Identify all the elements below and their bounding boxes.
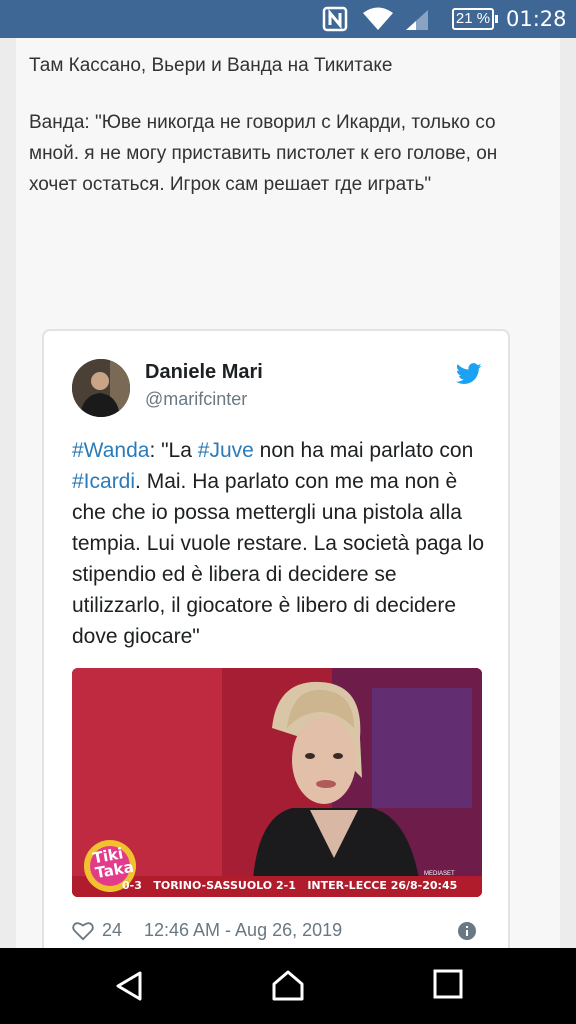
embedded-tweet[interactable]: Daniele Mari @marifcinter #Wanda: "La #J… — [42, 329, 510, 969]
info-icon[interactable] — [458, 922, 476, 940]
tweet-text: #Wanda: "La #Juve non ha mai parlato con… — [72, 439, 485, 648]
post-text-quote: Ванда: "Юве никогда не говорил с Икарди,… — [29, 112, 498, 195]
status-bar: 21 % 01:28 — [0, 0, 576, 38]
post-content: Там Кассано, Вьери и Ванда на Тикитаке В… — [16, 38, 560, 969]
hashtag-link[interactable]: #Juve — [198, 439, 254, 462]
tv-ticker: 0-3 TORINO-SASSUOLO 2-1 INTER-LECCE 26/8… — [122, 879, 458, 892]
signal-icon — [406, 10, 428, 30]
tv-logo: Tiki Taka — [91, 844, 136, 883]
tweet-footer: 24 12:46 AM - Aug 26, 2019 — [72, 919, 482, 945]
channel-logo: MEDIASET — [424, 871, 455, 877]
wifi-icon — [363, 7, 393, 30]
hashtag-link[interactable]: #Wanda — [72, 439, 149, 462]
back-icon[interactable] — [112, 968, 148, 1004]
nfc-icon — [322, 6, 348, 32]
tweet-timestamp[interactable]: 12:46 AM - Aug 26, 2019 — [144, 920, 342, 941]
battery-icon: 21 % — [452, 8, 498, 30]
tv-screenshot — [72, 668, 482, 897]
home-icon[interactable] — [270, 968, 306, 1004]
author-handle[interactable]: @marifcinter — [145, 389, 247, 410]
like-count[interactable]: 24 — [102, 920, 122, 941]
tweet-media-image[interactable]: Tiki Taka 0-3 TORINO-SASSUOLO 2-1 INTER-… — [72, 668, 482, 897]
hashtag-link[interactable]: #Icardi — [72, 470, 135, 493]
status-time: 01:28 — [506, 7, 567, 31]
navigation-bar — [0, 948, 576, 1024]
author-name[interactable]: Daniele Mari — [145, 361, 263, 384]
post-text-line1: Там Кассано, Вьери и Ванда на Тикитаке — [29, 55, 393, 76]
avatar[interactable] — [72, 359, 130, 417]
heart-icon[interactable] — [72, 921, 94, 941]
twitter-bird-icon[interactable] — [456, 363, 482, 385]
recents-icon[interactable] — [432, 968, 464, 1000]
